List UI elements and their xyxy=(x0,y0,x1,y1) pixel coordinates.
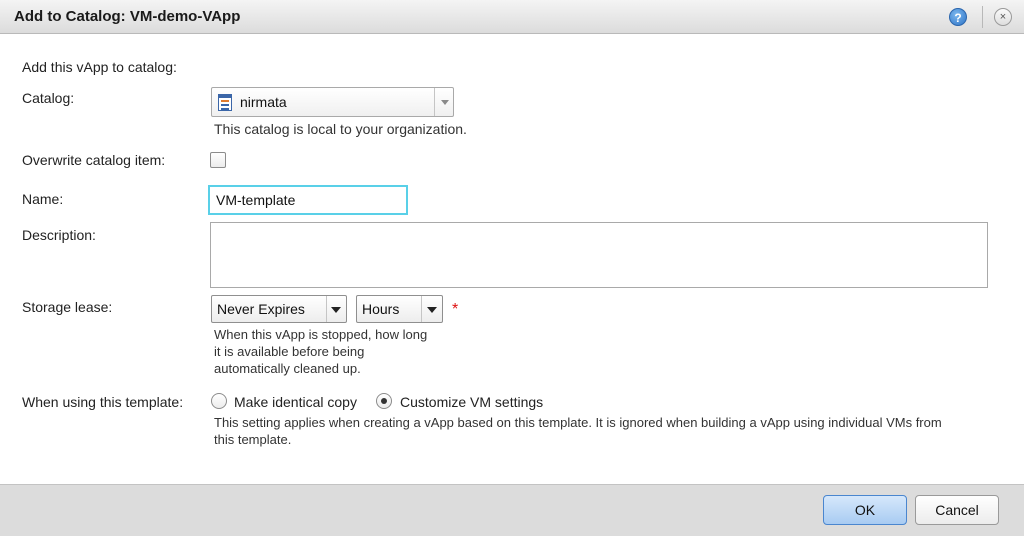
overwrite-checkbox[interactable] xyxy=(210,152,226,168)
storage-lease-hint-line-2: it is available before being xyxy=(214,344,365,359)
chevron-down-icon[interactable] xyxy=(427,307,437,313)
catalog-icon xyxy=(218,94,232,111)
catalog-select[interactable]: nirmata xyxy=(211,87,454,117)
storage-lease-label: Storage lease: xyxy=(22,299,113,315)
catalog-hint: This catalog is local to your organizati… xyxy=(214,121,467,137)
required-asterisk: * xyxy=(452,301,459,318)
template-usage-label: When using this template: xyxy=(22,394,184,410)
description-label: Description: xyxy=(22,227,96,243)
make-identical-copy-label[interactable]: Make identical copy xyxy=(234,394,357,410)
chevron-down-icon[interactable] xyxy=(331,307,341,313)
storage-lease-duration-select[interactable]: Never Expires xyxy=(211,295,347,323)
radio-selected-dot xyxy=(381,398,387,404)
chevron-down-icon[interactable] xyxy=(441,100,449,105)
template-usage-hint-line-2: this template. xyxy=(214,432,292,447)
cancel-button[interactable]: Cancel xyxy=(915,495,999,525)
catalog-select-value: nirmata xyxy=(240,94,287,110)
titlebar-divider xyxy=(982,6,983,28)
customize-vm-settings-radio[interactable] xyxy=(376,393,392,409)
dialog-title: Add to Catalog: VM-demo-VApp xyxy=(14,8,241,25)
help-icon[interactable]: ? xyxy=(949,8,967,26)
customize-vm-settings-label[interactable]: Customize VM settings xyxy=(400,394,543,410)
catalog-label: Catalog: xyxy=(22,90,75,106)
storage-lease-duration-value: Never Expires xyxy=(217,301,305,317)
name-input[interactable] xyxy=(208,185,408,215)
storage-lease-unit-value: Hours xyxy=(362,301,400,317)
duration-select-divider xyxy=(326,296,327,322)
description-textarea[interactable] xyxy=(210,222,988,288)
storage-lease-hint-line-1: When this vApp is stopped, how long xyxy=(214,327,428,342)
ok-button[interactable]: OK xyxy=(823,495,907,525)
dialog-titlebar: Add to Catalog: VM-demo-VApp ? × xyxy=(0,0,1024,34)
intro-text: Add this vApp to catalog: xyxy=(22,59,177,75)
close-icon[interactable]: × xyxy=(994,8,1012,26)
unit-select-divider xyxy=(421,296,422,322)
overwrite-label: Overwrite catalog item: xyxy=(22,152,166,168)
catalog-select-divider xyxy=(434,88,435,116)
make-identical-copy-radio[interactable] xyxy=(211,393,227,409)
storage-lease-unit-select[interactable]: Hours xyxy=(356,295,443,323)
storage-lease-hint-line-3: automatically cleaned up. xyxy=(214,361,361,376)
template-usage-hint-line-1: This setting applies when creating a vAp… xyxy=(214,415,942,430)
name-label: Name: xyxy=(22,191,64,207)
